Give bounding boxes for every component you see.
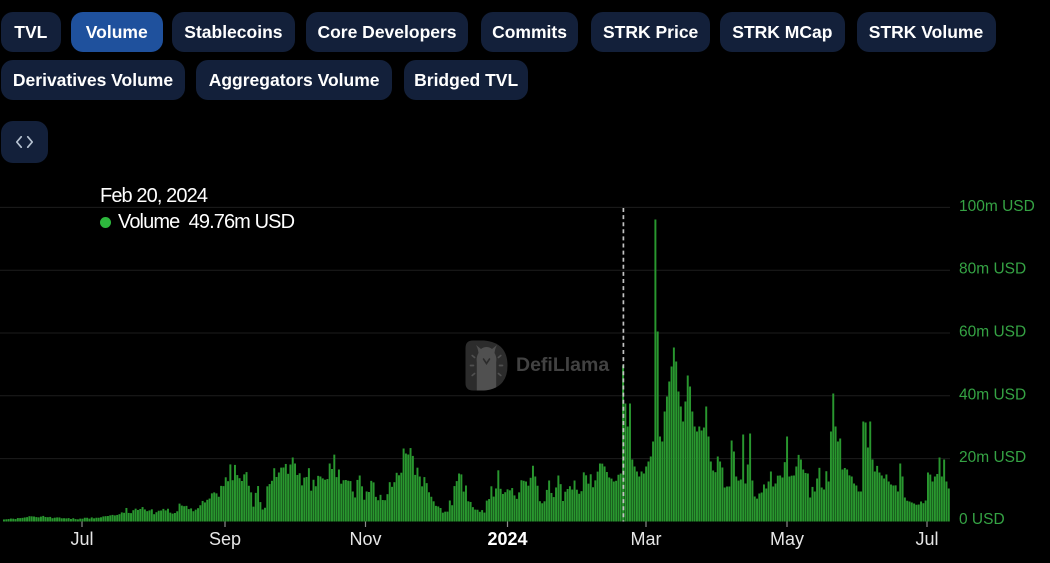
svg-text:Nov: Nov — [349, 529, 381, 549]
svg-text:100m USD: 100m USD — [959, 198, 1035, 215]
svg-text:60m USD: 60m USD — [959, 324, 1026, 341]
svg-text:May: May — [770, 529, 804, 549]
svg-text:0 USD: 0 USD — [959, 511, 1005, 528]
svg-text:20m USD: 20m USD — [959, 449, 1026, 466]
svg-text:40m USD: 40m USD — [959, 386, 1026, 403]
svg-text:Mar: Mar — [631, 529, 662, 549]
svg-text:Jul: Jul — [70, 529, 93, 549]
svg-text:Sep: Sep — [209, 529, 241, 549]
svg-text:2024: 2024 — [487, 529, 527, 549]
svg-text:80m USD: 80m USD — [959, 261, 1026, 278]
svg-text:Jul: Jul — [915, 529, 938, 549]
